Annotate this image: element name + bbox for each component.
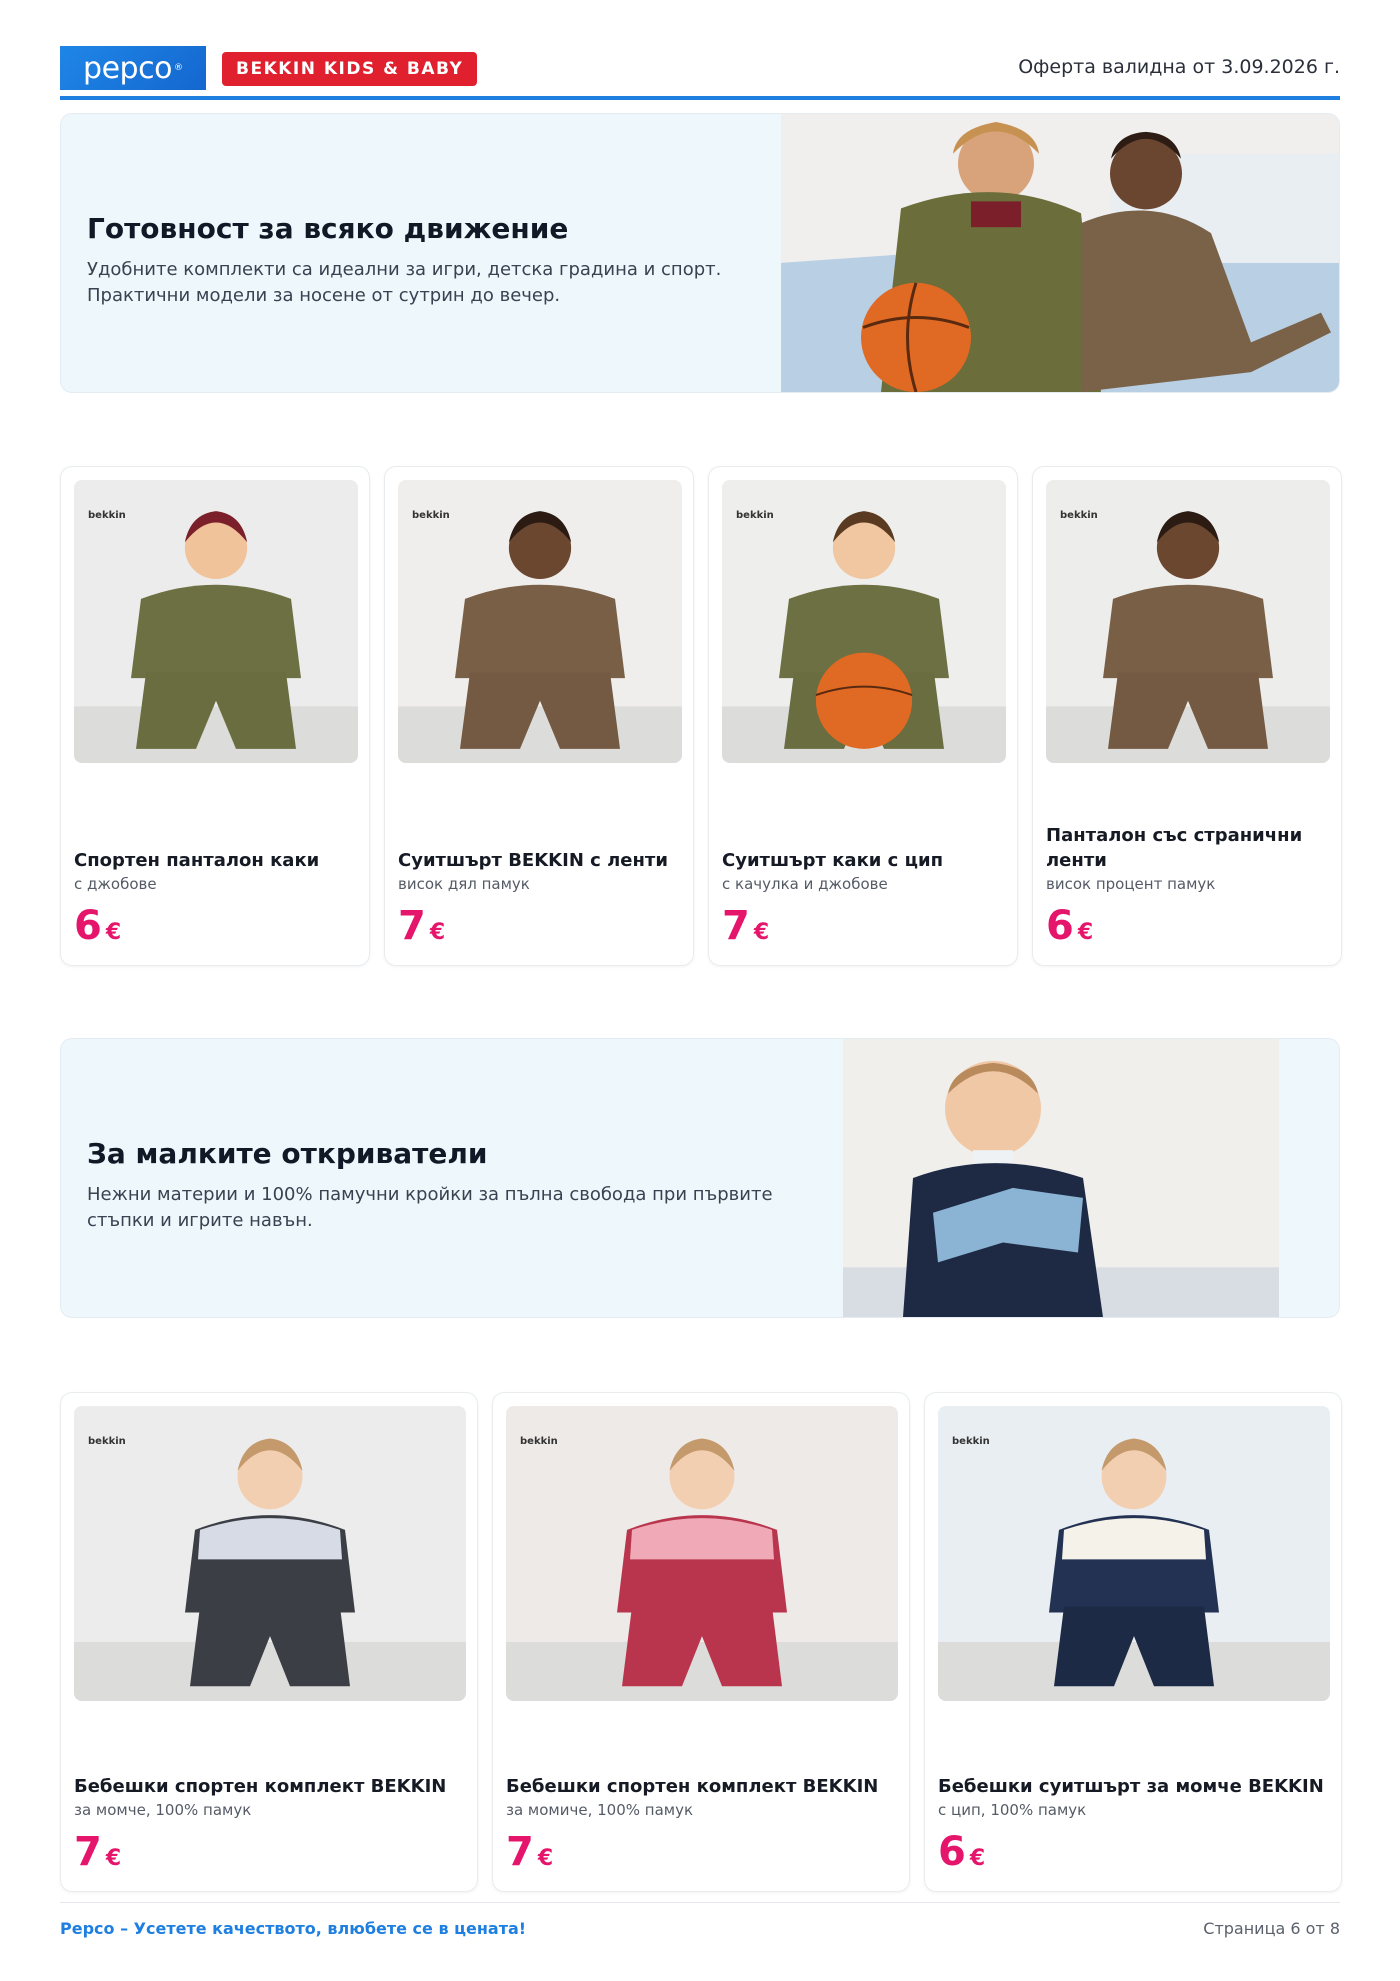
brand-watermark: bekkin <box>412 510 450 521</box>
product-title[interactable]: Бебешки суитшърт за момче BEKKIN <box>938 1774 1330 1799</box>
baby-grey-tracksuit-photo <box>74 1406 466 1701</box>
product-subtitle: за момче, 100% памук <box>74 1801 252 1819</box>
product-image[interactable]: bekkin <box>938 1406 1330 1701</box>
brand-watermark: bekkin <box>88 510 126 521</box>
price-currency: € <box>429 920 446 945</box>
hero-banner-text: Готовност за всяко движение Удобните ком… <box>87 212 807 309</box>
hero-banner-description: Удобните комплекти са идеални за игри, д… <box>87 259 722 306</box>
price-value: 7 <box>506 1829 534 1875</box>
brand-watermark: bekkin <box>520 1436 558 1447</box>
product-subtitle: с качулка и джобове <box>722 875 888 893</box>
price-currency: € <box>753 920 770 945</box>
logo-text: pepco <box>83 50 172 86</box>
product-image[interactable]: bekkin <box>74 480 358 763</box>
price-value: 7 <box>398 903 426 949</box>
hero-banner-movement: Готовност за всяко движение Удобните ком… <box>60 113 1340 393</box>
product-card[interactable]: bekkin Панталон със странични ленти висок … <box>1032 466 1342 966</box>
hero-banner-title: За малките откриватели <box>87 1137 488 1170</box>
price-value: 6 <box>74 903 102 949</box>
product-card[interactable]: bekkin Суитшърт BEKKIN с ленти висок дял п… <box>384 466 694 966</box>
product-title[interactable]: Панталон със странични ленти <box>1046 823 1330 873</box>
pepco-logo[interactable]: pepco ® <box>60 46 206 90</box>
product-price: 7 € <box>74 1829 121 1875</box>
hero-banner-text: За малките откриватели Нежни материи и 1… <box>87 1137 807 1234</box>
kid-khaki-zip-hoodie-photo <box>722 480 1006 763</box>
product-subtitle: висок процент памук <box>1046 875 1216 893</box>
price-currency: € <box>1077 920 1094 945</box>
product-card[interactable]: bekkin Бебешки спортен комплект BEKKIN за … <box>492 1392 910 1892</box>
product-image[interactable]: bekkin <box>506 1406 898 1701</box>
kid-khaki-tracksuit-photo <box>74 480 358 763</box>
hero-banner-description: Нежни материи и 100% памучни кройки за п… <box>87 1184 773 1231</box>
kid-brown-hoodie-photo <box>398 480 682 763</box>
page-footer: Pepco – Усетете качеството, влюбете се в… <box>60 1902 1340 1942</box>
kids-with-basketball-photo <box>781 114 1339 392</box>
product-card[interactable]: bekkin Бебешки спортен комплект BEKKIN за … <box>60 1392 478 1892</box>
product-title[interactable]: Суитшърт каки с цип <box>722 848 1006 873</box>
page-header: pepco ® BEKKIN KIDS & BABY Оферта валидна… <box>60 44 1340 100</box>
price-currency: € <box>969 1846 986 1871</box>
product-image[interactable]: bekkin <box>1046 480 1330 763</box>
hero-banner-title: Готовност за всяко движение <box>87 212 569 245</box>
hero-banner-explorers: За малките откриватели Нежни материи и 1… <box>60 1038 1340 1318</box>
product-card[interactable]: bekkin Суитшърт каки с цип с качулка и джо… <box>708 466 1018 966</box>
product-price: 6 € <box>938 1829 985 1875</box>
product-card[interactable]: bekkin Спортен панталон каки с джобове 6 € <box>60 466 370 966</box>
baby-zip-sweatshirt-photo <box>938 1406 1330 1701</box>
product-image[interactable]: bekkin <box>722 480 1006 763</box>
page-number: Страница 6 от 8 <box>1203 1919 1340 1938</box>
collection-badge-label: BEKKIN KIDS & BABY <box>236 59 464 79</box>
brand-watermark: bekkin <box>1060 510 1098 521</box>
product-title[interactable]: Суитшърт BEKKIN с ленти <box>398 848 682 873</box>
product-subtitle: висок дял памук <box>398 875 530 893</box>
product-subtitle: за момиче, 100% памук <box>506 1801 694 1819</box>
offer-validity: Оферта валидна от 3.09.2026 г. <box>1018 56 1340 78</box>
price-currency: € <box>537 1846 554 1871</box>
footer-slogan: Pepco – Усетете качеството, влюбете се в… <box>60 1919 527 1938</box>
collection-badge: BEKKIN KIDS & BABY <box>222 52 478 86</box>
product-price: 7 € <box>722 903 769 949</box>
price-currency: € <box>105 920 122 945</box>
price-value: 7 <box>74 1829 102 1875</box>
price-value: 6 <box>938 1829 966 1875</box>
product-title[interactable]: Спортен панталон каки <box>74 848 358 873</box>
price-currency: € <box>105 1846 122 1871</box>
brand-watermark: bekkin <box>952 1436 990 1447</box>
product-price: 7 € <box>398 903 445 949</box>
baby-in-tracksuit-photo <box>843 1039 1279 1317</box>
product-price: 6 € <box>74 903 121 949</box>
product-title[interactable]: Бебешки спортен комплект BEKKIN <box>74 1774 466 1799</box>
baby-pink-tracksuit-photo <box>506 1406 898 1701</box>
logo-mark: ® <box>173 63 183 73</box>
product-price: 7 € <box>506 1829 553 1875</box>
product-image[interactable]: bekkin <box>74 1406 466 1701</box>
brand-watermark: bekkin <box>736 510 774 521</box>
product-subtitle: с цип, 100% памук <box>938 1801 1087 1819</box>
price-value: 6 <box>1046 903 1074 949</box>
kid-brown-track-pants-photo <box>1046 480 1330 763</box>
product-price: 6 € <box>1046 903 1093 949</box>
brand-watermark: bekkin <box>88 1436 126 1447</box>
product-card[interactable]: bekkin Бебешки суитшърт за момче BEKKIN с … <box>924 1392 1342 1892</box>
product-title[interactable]: Бебешки спортен комплект BEKKIN <box>506 1774 898 1799</box>
product-subtitle: с джобове <box>74 875 157 893</box>
price-value: 7 <box>722 903 750 949</box>
product-image[interactable]: bekkin <box>398 480 682 763</box>
